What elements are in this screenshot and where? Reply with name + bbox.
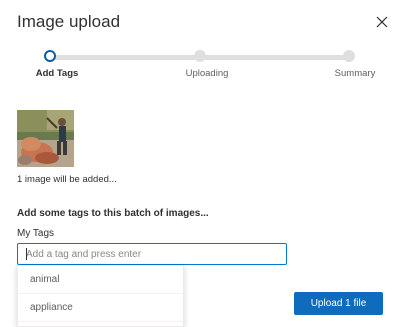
step-dot-summary [343, 50, 355, 62]
tag-suggestion-appliance[interactable]: appliance [18, 294, 183, 322]
tag-suggestion-list: animal appliance [17, 265, 184, 327]
tags-section-heading: Add some tags to this batch of images... [17, 208, 209, 219]
image-thumbnail [17, 110, 74, 167]
step-label-add-tags: Add Tags [35, 68, 79, 79]
step-dot-add-tags [44, 50, 56, 62]
step-label-summary: Summary [334, 68, 376, 79]
tag-suggestion-animal[interactable]: animal [18, 266, 183, 294]
my-tags-label: My Tags [17, 228, 55, 239]
step-label-uploading: Uploading [185, 68, 229, 79]
close-button[interactable] [371, 11, 393, 33]
step-dot-uploading [194, 50, 206, 62]
upload-button[interactable]: Upload 1 file [294, 292, 383, 315]
text-caret [26, 248, 27, 260]
tag-input[interactable] [17, 243, 287, 265]
dialog-title: Image upload [17, 12, 121, 31]
close-icon [376, 16, 388, 28]
image-count-text: 1 image will be added... [17, 174, 117, 185]
